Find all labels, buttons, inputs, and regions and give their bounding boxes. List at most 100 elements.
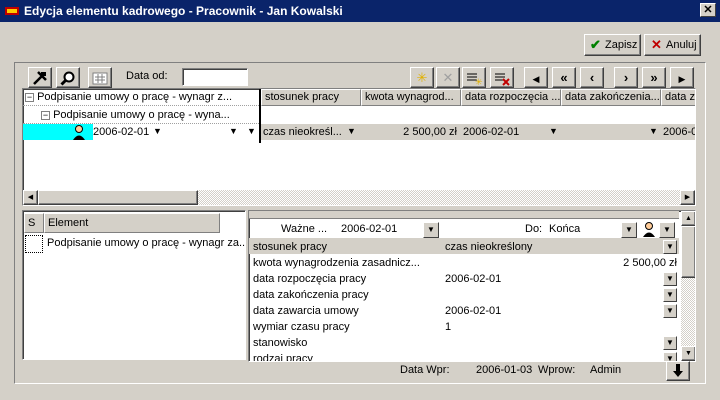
wprow-value: Admin bbox=[590, 364, 622, 376]
tree-node-child[interactable]: − Podpisanie umowy o pracę - wyna... bbox=[41, 107, 241, 123]
prev-button[interactable]: ‹ bbox=[580, 67, 604, 88]
chevron-down-icon[interactable]: ▼ bbox=[663, 272, 677, 286]
data-wpr-label: Data Wpr: bbox=[400, 364, 450, 376]
detail-value[interactable]: 2 500,00 zł bbox=[443, 255, 677, 271]
dropdown-arrow-icon[interactable]: ▼ bbox=[153, 126, 162, 136]
chevron-right-icon: › bbox=[623, 70, 629, 85]
detail-label: wymiar czasu pracy bbox=[253, 321, 350, 333]
close-button[interactable]: ✕ bbox=[700, 3, 716, 17]
double-chevron-right-icon: » bbox=[650, 70, 658, 85]
table-cell: 2 500,00 zł bbox=[403, 126, 457, 138]
detail-value[interactable]: 2006-02-01 bbox=[445, 271, 655, 287]
chevron-down-icon[interactable]: ▼ bbox=[663, 240, 677, 254]
element-checkbox[interactable] bbox=[25, 235, 43, 253]
chevron-down-icon[interactable]: ▼ bbox=[663, 304, 677, 318]
detail-panel: Ważne ... 2006-02-01 ▼ Do: Końca ▼ ▼ sto… bbox=[248, 210, 696, 362]
detail-label: kwota wynagrodzenia zasadnicz... bbox=[253, 257, 420, 269]
tools-icon bbox=[33, 71, 47, 85]
dropdown-arrow-icon[interactable]: ▼ bbox=[229, 126, 238, 136]
next-button[interactable]: › bbox=[614, 67, 638, 88]
scroll-right-button[interactable]: ▶ bbox=[680, 190, 695, 205]
column-header-s[interactable]: S bbox=[24, 213, 44, 233]
chevron-down-icon: ▼ bbox=[663, 225, 671, 234]
triangle-left-icon: ◀ bbox=[532, 74, 540, 84]
data-od-input[interactable] bbox=[182, 68, 248, 86]
do-value[interactable]: Końca bbox=[549, 223, 580, 235]
list-item[interactable]: Podpisanie umowy o pracę - wynagr za... bbox=[47, 235, 245, 251]
detail-value[interactable]: 1 bbox=[445, 319, 655, 335]
dropdown-arrow-icon[interactable]: ▼ bbox=[347, 126, 356, 136]
detail-label: stanowisko bbox=[253, 337, 308, 349]
scroll-up-button[interactable]: ▲ bbox=[681, 211, 695, 226]
element-list: S Element Podpisanie umowy o pracę - wyn… bbox=[22, 210, 246, 360]
chevron-down-icon[interactable]: ▼ bbox=[663, 288, 677, 302]
svg-text:✳: ✳ bbox=[475, 78, 483, 86]
detail-value[interactable]: czas nieokreślony bbox=[445, 239, 655, 255]
detail-label: rodzaj pracy bbox=[253, 353, 313, 362]
chevron-down-icon: ▼ bbox=[625, 225, 633, 234]
do-dropdown[interactable]: ▼ bbox=[621, 222, 637, 238]
fast-back-button[interactable]: « bbox=[552, 67, 576, 88]
save-button[interactable]: ✔ Zapisz bbox=[584, 34, 641, 56]
collapse-icon: − bbox=[25, 92, 34, 102]
scroll-left-button[interactable]: ◀ bbox=[23, 190, 38, 205]
fast-forward-button[interactable]: » bbox=[642, 67, 666, 88]
dropdown-arrow-icon[interactable]: ▼ bbox=[247, 126, 256, 136]
cancel-button[interactable]: ✕ Anuluj bbox=[644, 34, 701, 56]
dropdown-arrow-icon[interactable]: ▼ bbox=[649, 126, 658, 136]
table-cell: 2006-02-01 bbox=[463, 126, 520, 138]
row-divider bbox=[23, 105, 259, 106]
last-page-button[interactable]: ▶ bbox=[670, 67, 694, 88]
chevron-down-icon: ▼ bbox=[427, 225, 435, 234]
table-cell: czas nieokreśl... bbox=[263, 126, 342, 138]
x-icon: ✕ bbox=[442, 70, 454, 85]
dropdown-arrow-icon[interactable]: ▼ bbox=[549, 126, 558, 136]
window-title: Edycja elementu kadrowego - Pracownik - … bbox=[24, 4, 343, 18]
wazne-label: Ważne ... bbox=[281, 223, 328, 235]
tree-node-root[interactable]: − Podpisanie umowy o pracę - wynagr z... bbox=[25, 89, 243, 105]
wazne-value[interactable]: 2006-02-01 bbox=[341, 223, 397, 235]
chevron-down-icon[interactable]: ▼ bbox=[663, 336, 677, 350]
calendar-button[interactable] bbox=[88, 67, 112, 88]
search-icon bbox=[60, 71, 75, 86]
column-header[interactable]: stosunek pracy bbox=[261, 89, 361, 106]
remove-row-button[interactable] bbox=[490, 67, 514, 88]
column-header[interactable]: data zakończenia... bbox=[561, 89, 661, 106]
detail-header-strip bbox=[249, 211, 679, 219]
tools-button[interactable] bbox=[28, 67, 52, 88]
check-icon: ✔ bbox=[590, 37, 601, 52]
row-date: 2006-02-01 bbox=[93, 126, 150, 138]
scroll-thumb[interactable] bbox=[38, 190, 198, 205]
person-dropdown[interactable]: ▼ bbox=[659, 222, 675, 238]
wazne-dropdown[interactable]: ▼ bbox=[423, 222, 439, 238]
star-icon: ✳ bbox=[416, 70, 428, 85]
data-od-label: Data od: bbox=[126, 70, 168, 82]
search-button[interactable] bbox=[56, 67, 80, 88]
scroll-down-button[interactable]: ▼ bbox=[681, 346, 695, 361]
add-row-button[interactable]: ✳ bbox=[462, 67, 486, 88]
triangle-right-icon: ▶ bbox=[678, 74, 686, 84]
save-button-label: Zapisz bbox=[605, 39, 638, 51]
column-header[interactable]: kwota wynagrod... bbox=[361, 89, 461, 106]
detail-value[interactable]: 2006-02-01 bbox=[445, 303, 655, 319]
cancel-button-label: Anuluj bbox=[666, 39, 697, 51]
detail-label: data zawarcia umowy bbox=[253, 305, 359, 317]
download-button[interactable] bbox=[666, 361, 690, 381]
list-remove-icon bbox=[495, 73, 510, 86]
delete-button[interactable]: ✕ bbox=[436, 67, 460, 88]
scroll-thumb[interactable] bbox=[681, 226, 695, 278]
column-header[interactable]: data rozpoczęcia ... bbox=[461, 89, 561, 106]
column-header[interactable]: data za bbox=[661, 89, 695, 106]
x-icon: ✕ bbox=[651, 37, 662, 52]
column-header-element[interactable]: Element bbox=[44, 213, 220, 233]
tree-label: Podpisanie umowy o pracę - wynagr z... bbox=[37, 91, 233, 103]
detail-label: data zakończenia pracy bbox=[253, 289, 369, 301]
table-cell: 2006-0: bbox=[663, 126, 695, 138]
double-chevron-left-icon: « bbox=[560, 70, 568, 85]
chevron-left-icon: ‹ bbox=[589, 70, 595, 85]
collapse-icon: − bbox=[41, 110, 50, 120]
add-button[interactable]: ✳ bbox=[410, 67, 434, 88]
calendar-icon bbox=[92, 72, 108, 85]
title-bar[interactable]: Edycja elementu kadrowego - Pracownik - … bbox=[0, 0, 720, 22]
first-page-button[interactable]: ◀ bbox=[524, 67, 548, 88]
